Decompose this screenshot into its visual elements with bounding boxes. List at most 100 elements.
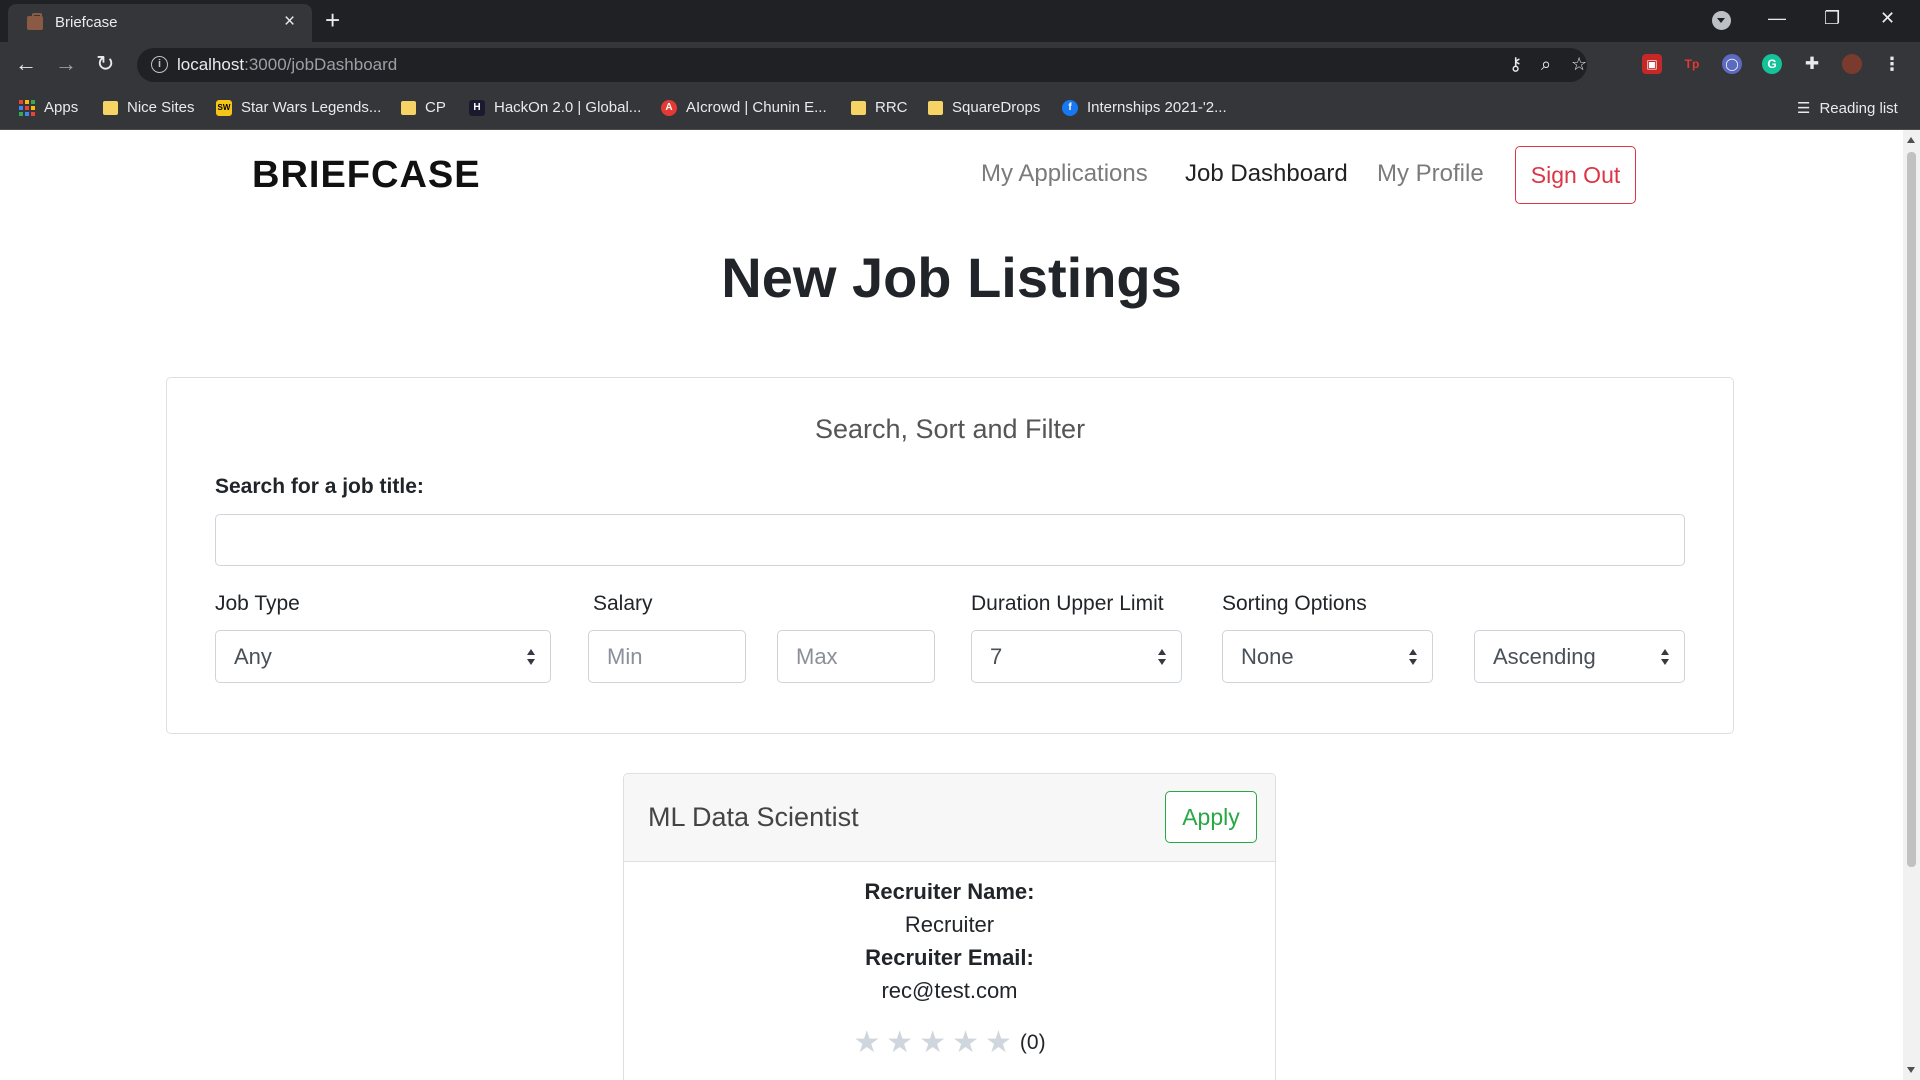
extension-circle-icon[interactable]: ◯ bbox=[1722, 54, 1742, 74]
sort-order-select[interactable]: Ascending bbox=[1474, 630, 1685, 683]
nav-my-profile[interactable]: My Profile bbox=[1377, 160, 1484, 188]
bookmark-label: HackOn 2.0 | Global... bbox=[494, 99, 642, 116]
bookmark-label: Apps bbox=[44, 99, 79, 116]
page-title: New Job Listings bbox=[721, 246, 1182, 309]
bookmark-label: Star Wars Legends... bbox=[241, 99, 382, 116]
tab-close-icon[interactable]: × bbox=[284, 12, 295, 32]
browser-menu-icon[interactable]: ⋮ bbox=[1882, 54, 1902, 74]
bookmark-internships[interactable]: f Internships 2021-'2... bbox=[1062, 99, 1227, 116]
job-type-value: Any bbox=[234, 643, 272, 669]
bookmark-star-icon[interactable]: ☆ bbox=[1571, 53, 1587, 75]
folder-icon bbox=[851, 100, 866, 115]
recruiter-email-label: Recruiter Email: bbox=[865, 945, 1034, 970]
zoom-icon[interactable]: ⌕ bbox=[1541, 53, 1551, 75]
job-type-select[interactable]: Any bbox=[215, 630, 551, 683]
grammarly-icon[interactable]: G bbox=[1762, 54, 1782, 74]
bookmark-label: Internships 2021-'2... bbox=[1087, 99, 1227, 116]
sort-by-select[interactable]: None bbox=[1222, 630, 1433, 683]
bookmark-label: AIcrowd | Chunin E... bbox=[686, 99, 827, 116]
hackon-icon: H bbox=[469, 99, 485, 116]
nav-job-dashboard[interactable]: Job Dashboard bbox=[1185, 160, 1348, 188]
apply-button[interactable]: Apply bbox=[1165, 791, 1257, 843]
minimize-button[interactable]: — bbox=[1768, 4, 1786, 32]
folder-icon bbox=[103, 100, 118, 115]
sorting-label: Sorting Options bbox=[1222, 592, 1367, 615]
star-icon[interactable]: ★ bbox=[919, 1028, 946, 1058]
close-window-button[interactable]: ✕ bbox=[1880, 4, 1895, 32]
star-icon[interactable]: ★ bbox=[886, 1028, 913, 1058]
profile-avatar[interactable] bbox=[1842, 54, 1862, 74]
site-info-icon[interactable]: i bbox=[151, 56, 168, 73]
briefcase-favicon-icon bbox=[27, 13, 43, 30]
rating-count: (0) bbox=[1019, 1031, 1046, 1054]
star-icon[interactable]: ★ bbox=[985, 1028, 1012, 1058]
bookmark-nice-sites[interactable]: Nice Sites bbox=[103, 99, 195, 116]
sort-by-value: None bbox=[1241, 643, 1294, 669]
star-icon[interactable]: ★ bbox=[952, 1028, 979, 1058]
new-tab-button[interactable]: + bbox=[325, 6, 340, 34]
forward-button[interactable]: → bbox=[55, 50, 77, 78]
rating: ★ ★ ★ ★ ★ (0) bbox=[624, 1028, 1275, 1058]
bookmark-aicrowd[interactable]: A AIcrowd | Chunin E... bbox=[661, 99, 827, 116]
restore-button[interactable]: ❐ bbox=[1824, 4, 1840, 32]
bookmark-label: Nice Sites bbox=[127, 99, 195, 116]
reload-button[interactable]: ↻ bbox=[96, 50, 114, 78]
brand-logo[interactable]: BRIEFCASE bbox=[252, 154, 481, 197]
extension-red-icon[interactable]: ▣ bbox=[1642, 54, 1662, 74]
apps-grid-icon bbox=[19, 99, 35, 116]
browser-tabstrip: Briefcase × + — ❐ ✕ bbox=[0, 0, 1920, 42]
salary-label: Salary bbox=[593, 592, 653, 615]
select-arrows-icon bbox=[1661, 649, 1670, 666]
salary-min-placeholder: Min bbox=[607, 643, 643, 669]
reading-list-icon: ☰ bbox=[1797, 100, 1811, 117]
folder-icon bbox=[401, 100, 416, 115]
bookmark-star-wars[interactable]: SW Star Wars Legends... bbox=[216, 99, 381, 116]
job-card: ML Data Scientist Apply Recruiter Name: … bbox=[623, 773, 1276, 1080]
url-text: localhost:3000/jobDashboard bbox=[177, 55, 398, 74]
select-arrows-icon bbox=[527, 649, 536, 666]
bookmark-label: SquareDrops bbox=[952, 99, 1041, 116]
page-scrollbar[interactable] bbox=[1903, 130, 1920, 1080]
job-title-search-input[interactable] bbox=[215, 514, 1685, 566]
sort-order-value: Ascending bbox=[1493, 643, 1596, 669]
select-arrows-icon bbox=[1409, 649, 1418, 666]
bookmark-cp[interactable]: CP bbox=[401, 99, 446, 116]
duration-select[interactable]: 7 bbox=[971, 630, 1182, 683]
select-arrows-icon bbox=[1158, 649, 1167, 666]
folder-icon bbox=[928, 100, 943, 115]
recruiter-name-label: Recruiter Name: bbox=[864, 879, 1035, 904]
job-card-header: ML Data Scientist Apply bbox=[624, 774, 1275, 862]
scroll-down-icon[interactable] bbox=[1907, 1067, 1915, 1073]
extension-tp-icon[interactable]: Tp bbox=[1682, 54, 1702, 74]
scroll-up-icon[interactable] bbox=[1907, 137, 1915, 143]
reading-list-button[interactable]: ☰ Reading list bbox=[1797, 99, 1898, 118]
filter-card: Search, Sort and Filter Search for a job… bbox=[166, 377, 1734, 734]
address-bar[interactable]: i localhost:3000/jobDashboard ⚷ ⌕ ☆ bbox=[137, 48, 1587, 82]
nav-my-applications[interactable]: My Applications bbox=[981, 160, 1148, 188]
bookmark-hackon[interactable]: H HackOn 2.0 | Global... bbox=[469, 99, 641, 116]
search-label: Search for a job title: bbox=[215, 475, 424, 498]
recruiter-email: rec@test.com bbox=[881, 978, 1018, 1003]
salary-min-input[interactable]: Min bbox=[588, 630, 746, 683]
browser-tab[interactable]: Briefcase × bbox=[8, 4, 312, 42]
reading-list-label: Reading list bbox=[1819, 99, 1898, 117]
tab-search-icon[interactable] bbox=[1712, 11, 1731, 30]
sign-out-button[interactable]: Sign Out bbox=[1515, 146, 1636, 204]
bookmark-squaredrops[interactable]: SquareDrops bbox=[928, 99, 1040, 116]
facebook-icon: f bbox=[1062, 99, 1078, 116]
back-button[interactable]: ← bbox=[15, 50, 37, 78]
job-type-label: Job Type bbox=[215, 592, 300, 615]
extensions-puzzle-icon[interactable]: ✚ bbox=[1802, 54, 1822, 74]
starwars-icon: SW bbox=[216, 99, 232, 116]
star-icon[interactable]: ★ bbox=[853, 1028, 880, 1058]
tab-title: Briefcase bbox=[55, 14, 118, 31]
salary-max-placeholder: Max bbox=[796, 643, 838, 669]
bookmarks-bar: Apps Nice Sites SW Star Wars Legends... … bbox=[0, 88, 1920, 130]
salary-max-input[interactable]: Max bbox=[777, 630, 935, 683]
bookmark-apps[interactable]: Apps bbox=[19, 99, 78, 116]
page-viewport: BRIEFCASE My Applications Job Dashboard … bbox=[0, 130, 1903, 1080]
recruiter-name: Recruiter bbox=[904, 912, 995, 937]
password-key-icon[interactable]: ⚷ bbox=[1509, 53, 1522, 75]
bookmark-rrc[interactable]: RRC bbox=[851, 99, 908, 116]
scroll-thumb[interactable] bbox=[1907, 152, 1916, 867]
